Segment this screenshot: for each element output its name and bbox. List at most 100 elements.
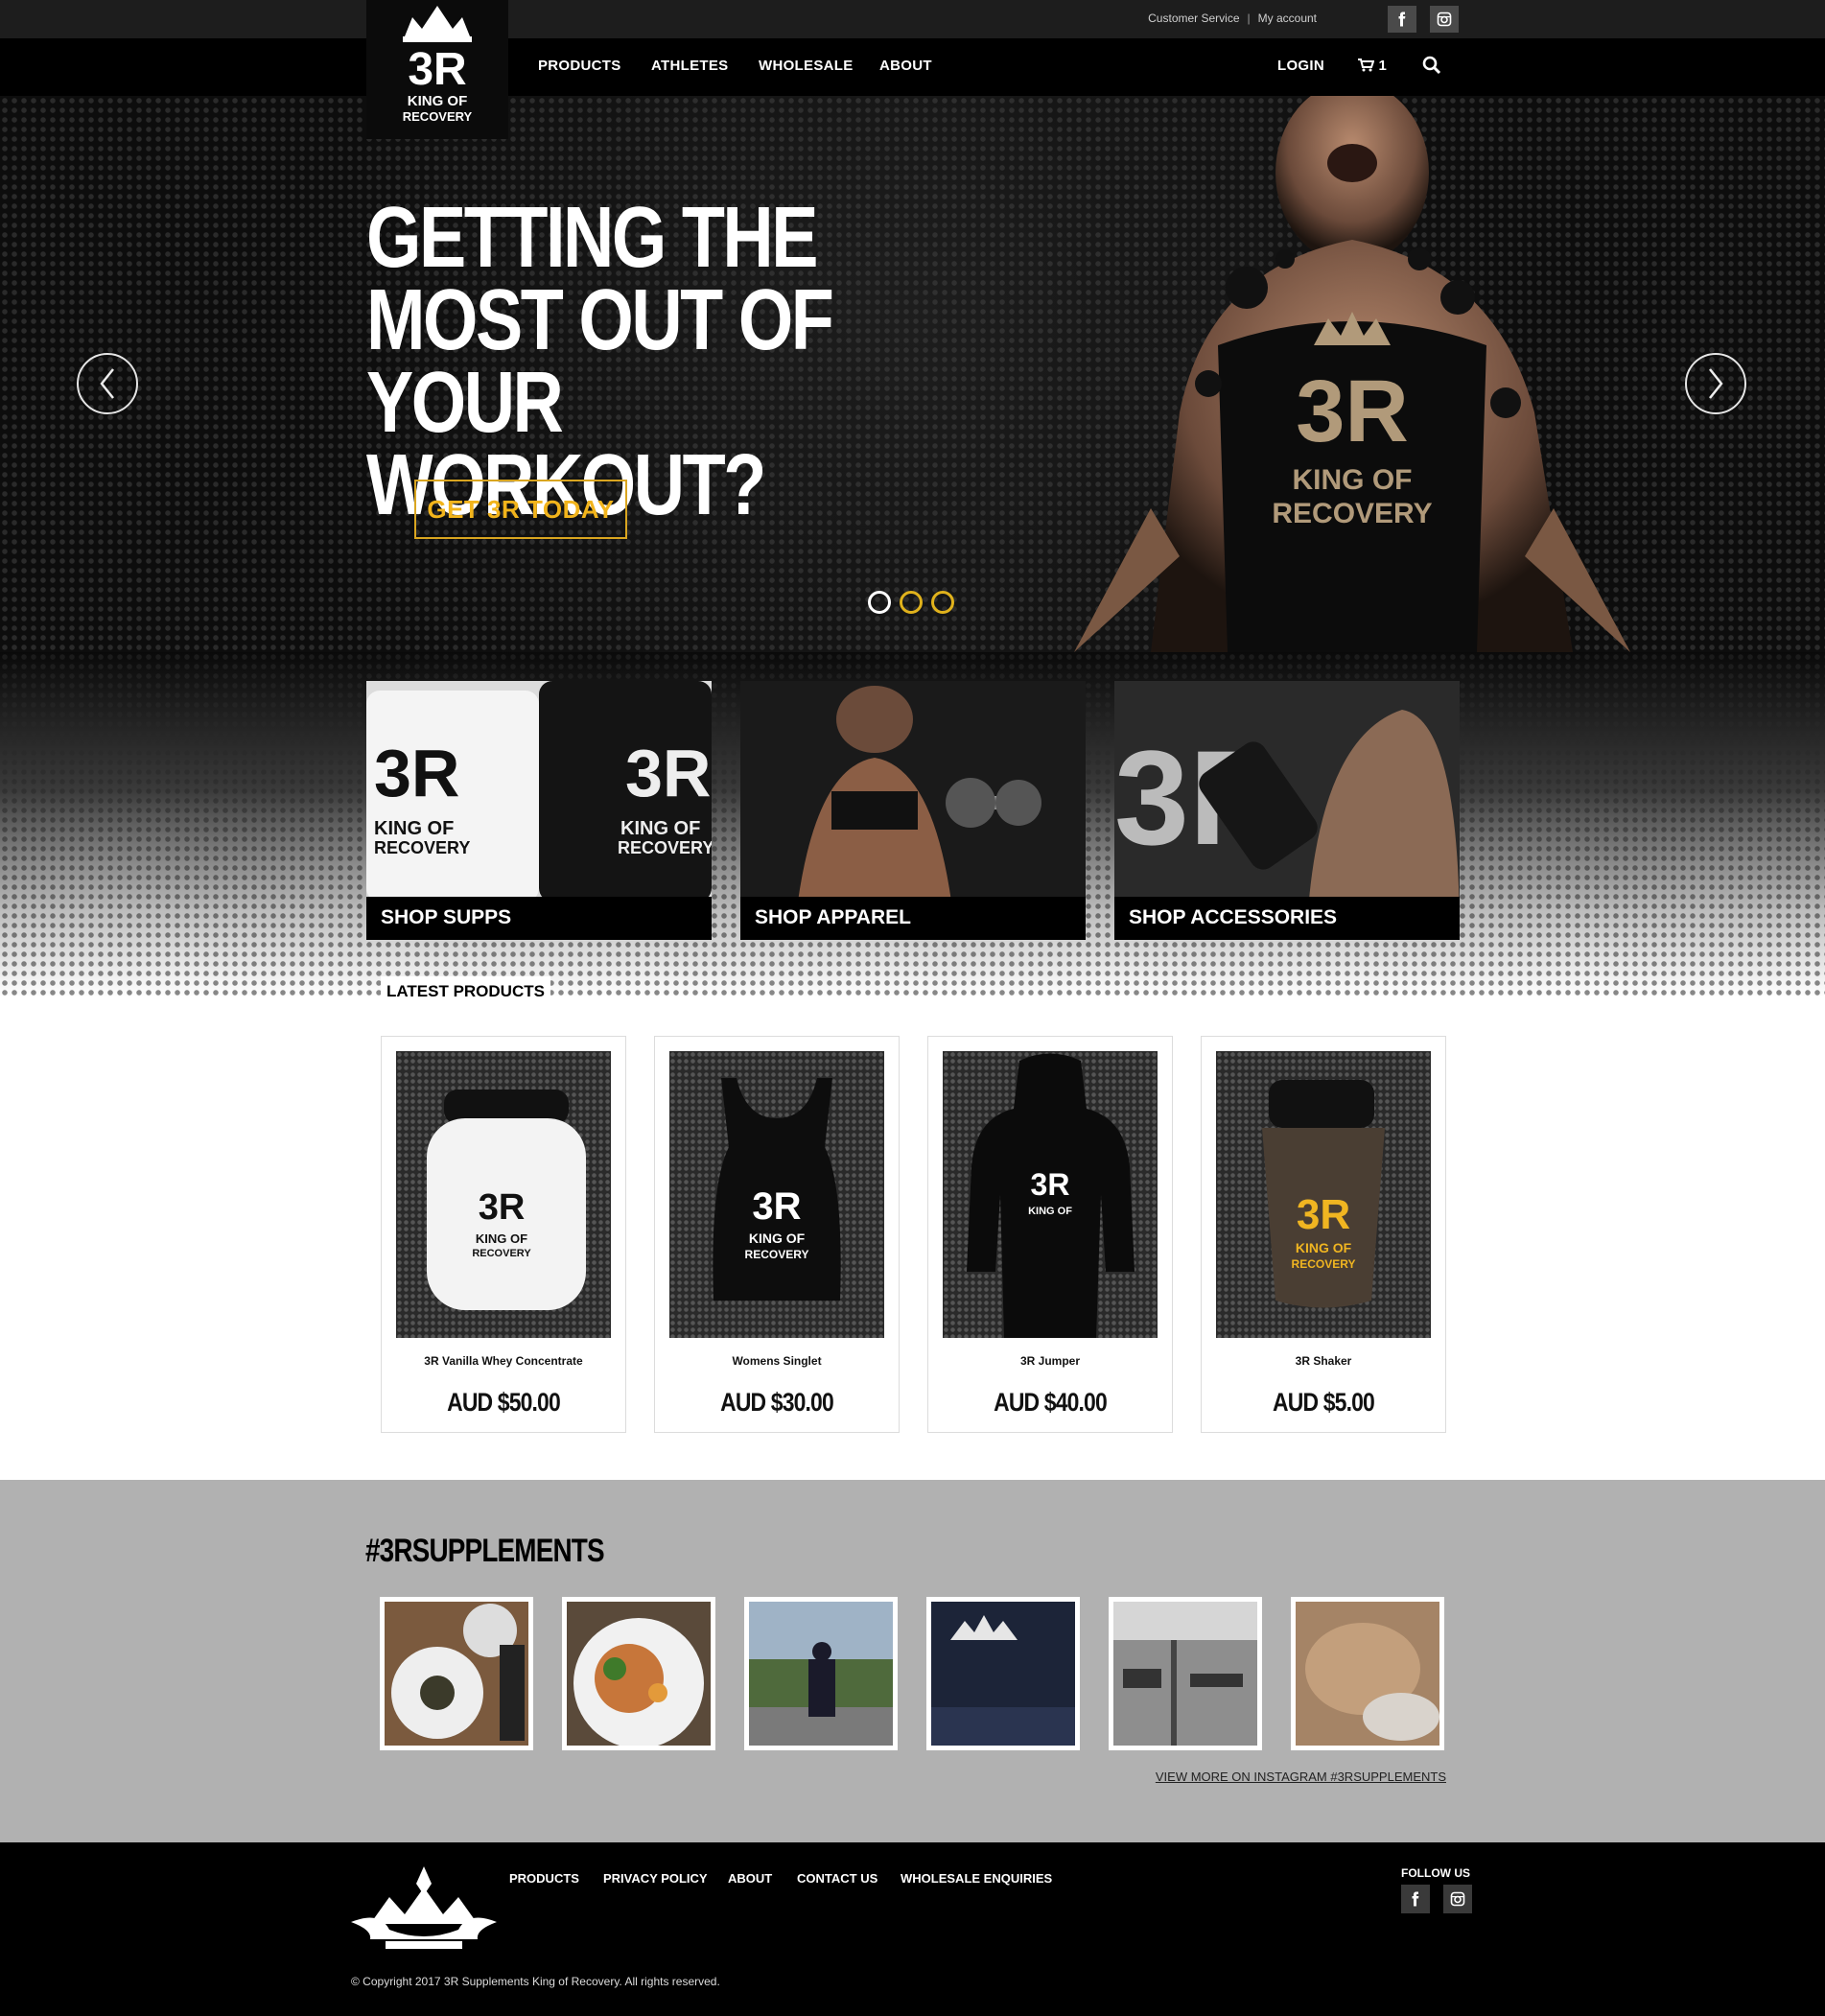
svg-text:3R: 3R — [479, 1187, 526, 1228]
svg-text:KING OF: KING OF — [1028, 1206, 1072, 1217]
product-image: 3R KING OF — [943, 1051, 1158, 1338]
cart-count: 1 — [1378, 58, 1388, 74]
nav-wholesale[interactable]: WHOLESALE — [759, 58, 854, 74]
hero-title-line-2: MOST OUT OF — [366, 272, 834, 368]
svg-text:RECOVERY: RECOVERY — [618, 838, 712, 857]
logo-mark: 3R — [408, 44, 466, 95]
instagram-heading: #3RSUPPLEMENTS — [365, 1533, 605, 1569]
category-label-accessories: SHOP ACCESSORIES — [1114, 897, 1460, 940]
product-card[interactable]: 3R KING OF RECOVERY Womens Singlet AUD $… — [654, 1036, 900, 1433]
product-name[interactable]: 3R Shaker — [1202, 1354, 1445, 1368]
svg-text:3R: 3R — [625, 736, 711, 810]
svg-text:KING OF: KING OF — [1293, 464, 1413, 496]
latest-products-heading: LATEST PRODUCTS — [381, 976, 550, 1007]
instagram-thumb-2[interactable] — [562, 1597, 715, 1750]
next-slide-button[interactable] — [1685, 353, 1746, 414]
product-image: 3R KING OF RECOVERY — [669, 1051, 884, 1338]
search-icon[interactable] — [1422, 56, 1441, 79]
category-card-apparel[interactable]: SHOP APPAREL — [740, 681, 1086, 940]
svg-text:RECOVERY: RECOVERY — [1292, 1257, 1356, 1271]
footer-link-about[interactable]: ABOUT — [728, 1871, 772, 1886]
category-card-supps[interactable]: 3R KING OF RECOVERY 3R KING OF RECOVERY … — [366, 681, 712, 940]
svg-text:3R: 3R — [752, 1185, 801, 1228]
svg-text:KING OF: KING OF — [749, 1231, 806, 1246]
customer-service-link[interactable]: Customer Service — [1148, 12, 1239, 25]
svg-text:3R: 3R — [374, 736, 459, 810]
instagram-thumb-1[interactable] — [380, 1597, 533, 1750]
svg-text:3R: 3R — [1297, 1191, 1350, 1238]
svg-text:KING OF: KING OF — [620, 818, 700, 839]
get-3r-today-button[interactable]: GET 3R TODAY — [414, 480, 627, 539]
category-band: 3R KING OF RECOVERY 3R KING OF RECOVERY … — [0, 652, 1825, 997]
product-name[interactable]: 3R Jumper — [928, 1354, 1172, 1368]
slide-dot-3[interactable] — [931, 591, 954, 614]
category-label-supps: SHOP SUPPS — [366, 897, 712, 940]
copyright-text: © Copyright 2017 3R Supplements King of … — [351, 1975, 720, 1988]
svg-text:RECOVERY: RECOVERY — [1272, 498, 1432, 529]
hero-title: GETTING THE MOST OUT OF YOUR WORKOUT? — [366, 195, 854, 528]
instagram-thumb-5[interactable] — [1109, 1597, 1262, 1750]
product-price: AUD $5.00 — [1273, 1388, 1375, 1417]
singlet-image: 3R KING OF RECOVERY — [713, 1078, 841, 1301]
product-name[interactable]: Womens Singlet — [655, 1354, 899, 1368]
logo-line-2: RECOVERY — [403, 109, 473, 124]
instagram-section: #3RSUPPLEMENTS VIEW MORE ON INSTAGRAM #3… — [0, 1480, 1825, 1842]
whey-tub-image: 3R KING OF RECOVERY — [427, 1090, 586, 1310]
instagram-thumb-4[interactable] — [926, 1597, 1080, 1750]
footer-crown-logo-icon[interactable] — [351, 1866, 497, 1953]
shaker-image: 3R KING OF RECOVERY — [1262, 1080, 1385, 1308]
login-link[interactable]: LOGIN — [1277, 58, 1324, 74]
logo-line-1: KING OF — [408, 93, 468, 109]
prev-slide-button[interactable] — [77, 353, 138, 414]
utility-links: Customer Service | My account — [1148, 12, 1317, 25]
slide-dot-1[interactable] — [868, 591, 891, 614]
footer-link-wholesale-enquiries[interactable]: WHOLESALE ENQUIRIES — [901, 1871, 1052, 1886]
instagram-icon[interactable] — [1430, 6, 1459, 33]
product-price: AUD $30.00 — [720, 1388, 834, 1417]
svg-text:RECOVERY: RECOVERY — [745, 1248, 809, 1261]
chevron-right-icon — [1709, 368, 1723, 399]
outdoor-photo — [749, 1602, 893, 1746]
view-more-instagram-link[interactable]: VIEW MORE ON INSTAGRAM #3RSUPPLEMENTS — [1156, 1770, 1446, 1784]
category-card-accessories[interactable]: 3R SHOP ACCESSORIES — [1114, 681, 1460, 940]
svg-text:RECOVERY: RECOVERY — [374, 838, 470, 857]
hero-athlete-image: 3R KING OF RECOVERY — [1074, 96, 1630, 652]
footer: PRODUCTS PRIVACY POLICY ABOUT CONTACT US… — [0, 1842, 1825, 2016]
instagram-icon[interactable] — [1443, 1885, 1472, 1913]
product-card[interactable]: 3R KING OF RECOVERY 3R Shaker AUD $5.00 — [1201, 1036, 1446, 1433]
product-name[interactable]: 3R Vanilla Whey Concentrate — [382, 1354, 625, 1368]
svg-text:KING OF: KING OF — [374, 818, 454, 839]
product-price: AUD $50.00 — [447, 1388, 561, 1417]
svg-text:KING OF: KING OF — [1296, 1240, 1352, 1255]
product-card[interactable]: 3R KING OF RECOVERY 3R Vanilla Whey Conc… — [381, 1036, 626, 1433]
nav-about[interactable]: ABOUT — [879, 58, 932, 74]
svg-text:3R: 3R — [1031, 1167, 1070, 1202]
main-nav: PRODUCTS ATHLETES WHOLESALE ABOUT LOGIN … — [0, 38, 1825, 96]
gym-photo — [1113, 1602, 1257, 1746]
product-price: AUD $40.00 — [994, 1388, 1108, 1417]
hero-slider: 3R KING OF RECOVERY GETTING THE MOST OUT… — [0, 96, 1825, 652]
nav-products[interactable]: PRODUCTS — [538, 58, 621, 74]
product-card[interactable]: 3R KING OF 3R Jumper AUD $40.00 — [927, 1036, 1173, 1433]
my-account-link[interactable]: My account — [1258, 12, 1317, 25]
jumper-image: 3R KING OF — [967, 1053, 1135, 1338]
slide-indicators — [868, 591, 954, 614]
chevron-left-icon — [100, 368, 114, 399]
footer-link-privacy-policy[interactable]: PRIVACY POLICY — [603, 1871, 708, 1886]
instagram-thumb-3[interactable] — [744, 1597, 898, 1750]
instagram-thumb-6[interactable] — [1291, 1597, 1444, 1750]
category-label-apparel: SHOP APPAREL — [740, 897, 1086, 940]
facebook-icon[interactable] — [1401, 1885, 1430, 1913]
cart-link[interactable]: 1 — [1358, 58, 1387, 74]
product-image: 3R KING OF RECOVERY — [396, 1051, 611, 1338]
site-logo[interactable]: 3R KING OF RECOVERY — [366, 0, 508, 139]
nav-athletes[interactable]: ATHLETES — [651, 58, 728, 74]
physique-photo — [1296, 1602, 1439, 1746]
footer-link-products[interactable]: PRODUCTS — [509, 1871, 579, 1886]
slide-dot-2[interactable] — [900, 591, 923, 614]
product-image: 3R KING OF RECOVERY — [1216, 1051, 1431, 1338]
svg-text:3R: 3R — [1296, 363, 1409, 460]
footer-link-contact-us[interactable]: CONTACT US — [797, 1871, 877, 1886]
facebook-icon[interactable] — [1388, 6, 1416, 33]
follow-us-label: FOLLOW US — [1401, 1866, 1470, 1880]
